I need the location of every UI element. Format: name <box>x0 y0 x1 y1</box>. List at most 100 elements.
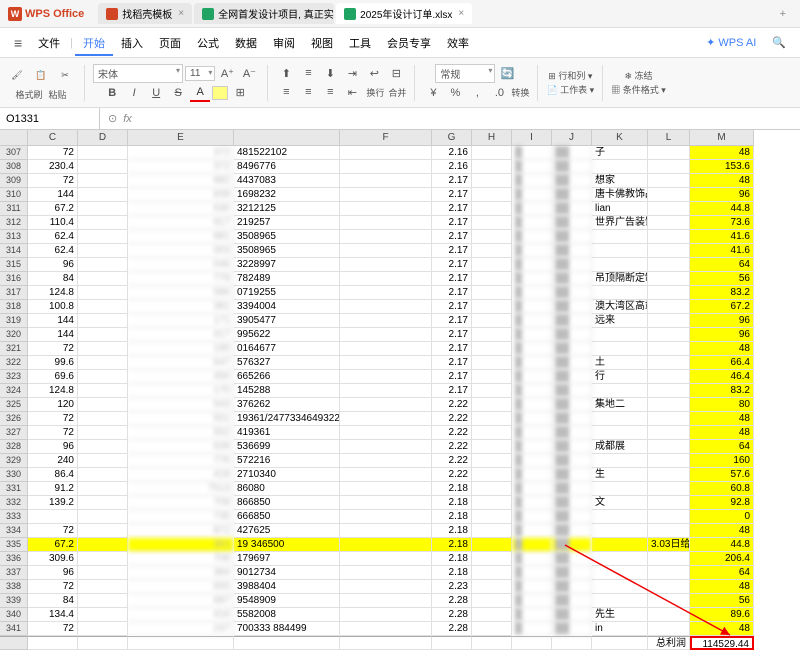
cell[interactable]: 144 <box>28 328 78 342</box>
cell[interactable] <box>78 230 128 244</box>
cell[interactable]: 981 <box>128 230 234 244</box>
cell[interactable]: 2.28 <box>432 622 472 636</box>
row-header[interactable]: 326 <box>0 412 28 426</box>
cell[interactable]: ██ <box>552 216 592 230</box>
cell[interactable]: 160 <box>690 454 754 468</box>
cell[interactable]: 96 <box>28 566 78 580</box>
column-header[interactable]: M <box>690 130 754 146</box>
cell[interactable] <box>340 538 432 552</box>
cell[interactable]: 417 <box>128 328 234 342</box>
cell[interactable] <box>472 538 512 552</box>
cell[interactable]: 67.2 <box>28 202 78 216</box>
cell[interactable]: 56 <box>690 272 754 286</box>
cell[interactable] <box>472 636 512 650</box>
cell[interactable]: 2.18 <box>432 482 472 496</box>
cell[interactable]: 0164677 <box>234 342 340 356</box>
cell[interactable]: 3508965 <box>234 230 340 244</box>
cell[interactable] <box>648 300 690 314</box>
row-header[interactable]: 341 <box>0 622 28 636</box>
cell[interactable] <box>592 566 648 580</box>
cell[interactable]: 83.2 <box>690 384 754 398</box>
comma-button[interactable]: , <box>467 84 487 102</box>
cell[interactable]: 48 <box>690 174 754 188</box>
cell[interactable] <box>472 398 512 412</box>
cell[interactable]: 586 <box>128 286 234 300</box>
cell[interactable]: 72 <box>28 174 78 188</box>
cell[interactable]: lian <box>592 202 648 216</box>
cell[interactable] <box>78 314 128 328</box>
cell[interactable]: █ <box>512 524 552 538</box>
cell[interactable]: 2.17 <box>432 272 472 286</box>
cell[interactable] <box>648 622 690 636</box>
cell[interactable] <box>472 314 512 328</box>
row-header[interactable]: 317 <box>0 286 28 300</box>
row-header[interactable]: 316 <box>0 272 28 286</box>
cell[interactable]: 92.8 <box>690 496 754 510</box>
row-header[interactable]: 313 <box>0 230 28 244</box>
cell[interactable] <box>592 286 648 300</box>
cell[interactable] <box>648 412 690 426</box>
cell[interactable]: 917 <box>128 216 234 230</box>
cell[interactable]: 381 <box>128 300 234 314</box>
cell[interactable] <box>592 524 648 538</box>
cell[interactable]: █ <box>512 160 552 174</box>
menu-工具[interactable]: 工具 <box>341 34 379 54</box>
cell[interactable]: 0719255 <box>234 286 340 300</box>
indent-button[interactable]: ⇥ <box>342 64 362 82</box>
cell[interactable] <box>648 244 690 258</box>
cell[interactable] <box>648 230 690 244</box>
cell[interactable] <box>340 300 432 314</box>
font-size-combo[interactable]: 11 <box>185 66 215 81</box>
cell[interactable] <box>648 496 690 510</box>
cell[interactable]: 2.22 <box>432 412 472 426</box>
font-name-combo[interactable]: 宋体 <box>93 64 183 83</box>
cell[interactable]: █ <box>512 412 552 426</box>
cell[interactable] <box>128 636 234 650</box>
cell[interactable]: 536699 <box>234 440 340 454</box>
cell[interactable]: ██ <box>552 258 592 272</box>
row-header[interactable]: 324 <box>0 384 28 398</box>
cell[interactable] <box>340 412 432 426</box>
cell[interactable]: 427625 <box>234 524 340 538</box>
cell[interactable]: 2.17 <box>432 258 472 272</box>
cell[interactable]: 124.8 <box>28 286 78 300</box>
cell[interactable]: 2.22 <box>432 468 472 482</box>
cell[interactable]: 3988404 <box>234 580 340 594</box>
cell[interactable]: ██ <box>552 538 592 552</box>
cell[interactable]: ██ <box>552 524 592 538</box>
cell[interactable]: ██ <box>552 454 592 468</box>
cell[interactable] <box>648 174 690 188</box>
cell[interactable] <box>78 426 128 440</box>
cell[interactable]: 144 <box>28 188 78 202</box>
total-label[interactable]: 总利润 <box>648 636 690 650</box>
cell[interactable] <box>472 524 512 538</box>
cell[interactable] <box>78 356 128 370</box>
cell[interactable] <box>340 566 432 580</box>
cell[interactable] <box>340 216 432 230</box>
cell[interactable] <box>472 188 512 202</box>
cell[interactable] <box>340 552 432 566</box>
cell[interactable]: █ <box>512 272 552 286</box>
cell[interactable]: 99.6 <box>28 356 78 370</box>
cell[interactable] <box>78 608 128 622</box>
cell[interactable] <box>340 230 432 244</box>
cell[interactable] <box>78 328 128 342</box>
cell[interactable]: 72 <box>28 524 78 538</box>
cell[interactable] <box>78 258 128 272</box>
cell[interactable] <box>472 608 512 622</box>
row-header[interactable]: 333 <box>0 510 28 524</box>
cell[interactable]: 72 <box>28 146 78 160</box>
close-icon[interactable]: × <box>178 8 184 19</box>
cell[interactable] <box>472 566 512 580</box>
cell[interactable] <box>648 426 690 440</box>
cell[interactable]: 44.8 <box>690 202 754 216</box>
cell[interactable]: 647 <box>128 356 234 370</box>
cell[interactable]: 56 <box>690 594 754 608</box>
cell[interactable] <box>472 244 512 258</box>
cell[interactable] <box>78 160 128 174</box>
cell[interactable]: 219257 <box>234 216 340 230</box>
cell[interactable] <box>340 384 432 398</box>
cell[interactable]: ██ <box>552 496 592 510</box>
file-menu[interactable]: 文件 <box>30 32 68 54</box>
row-header[interactable]: 336 <box>0 552 28 566</box>
